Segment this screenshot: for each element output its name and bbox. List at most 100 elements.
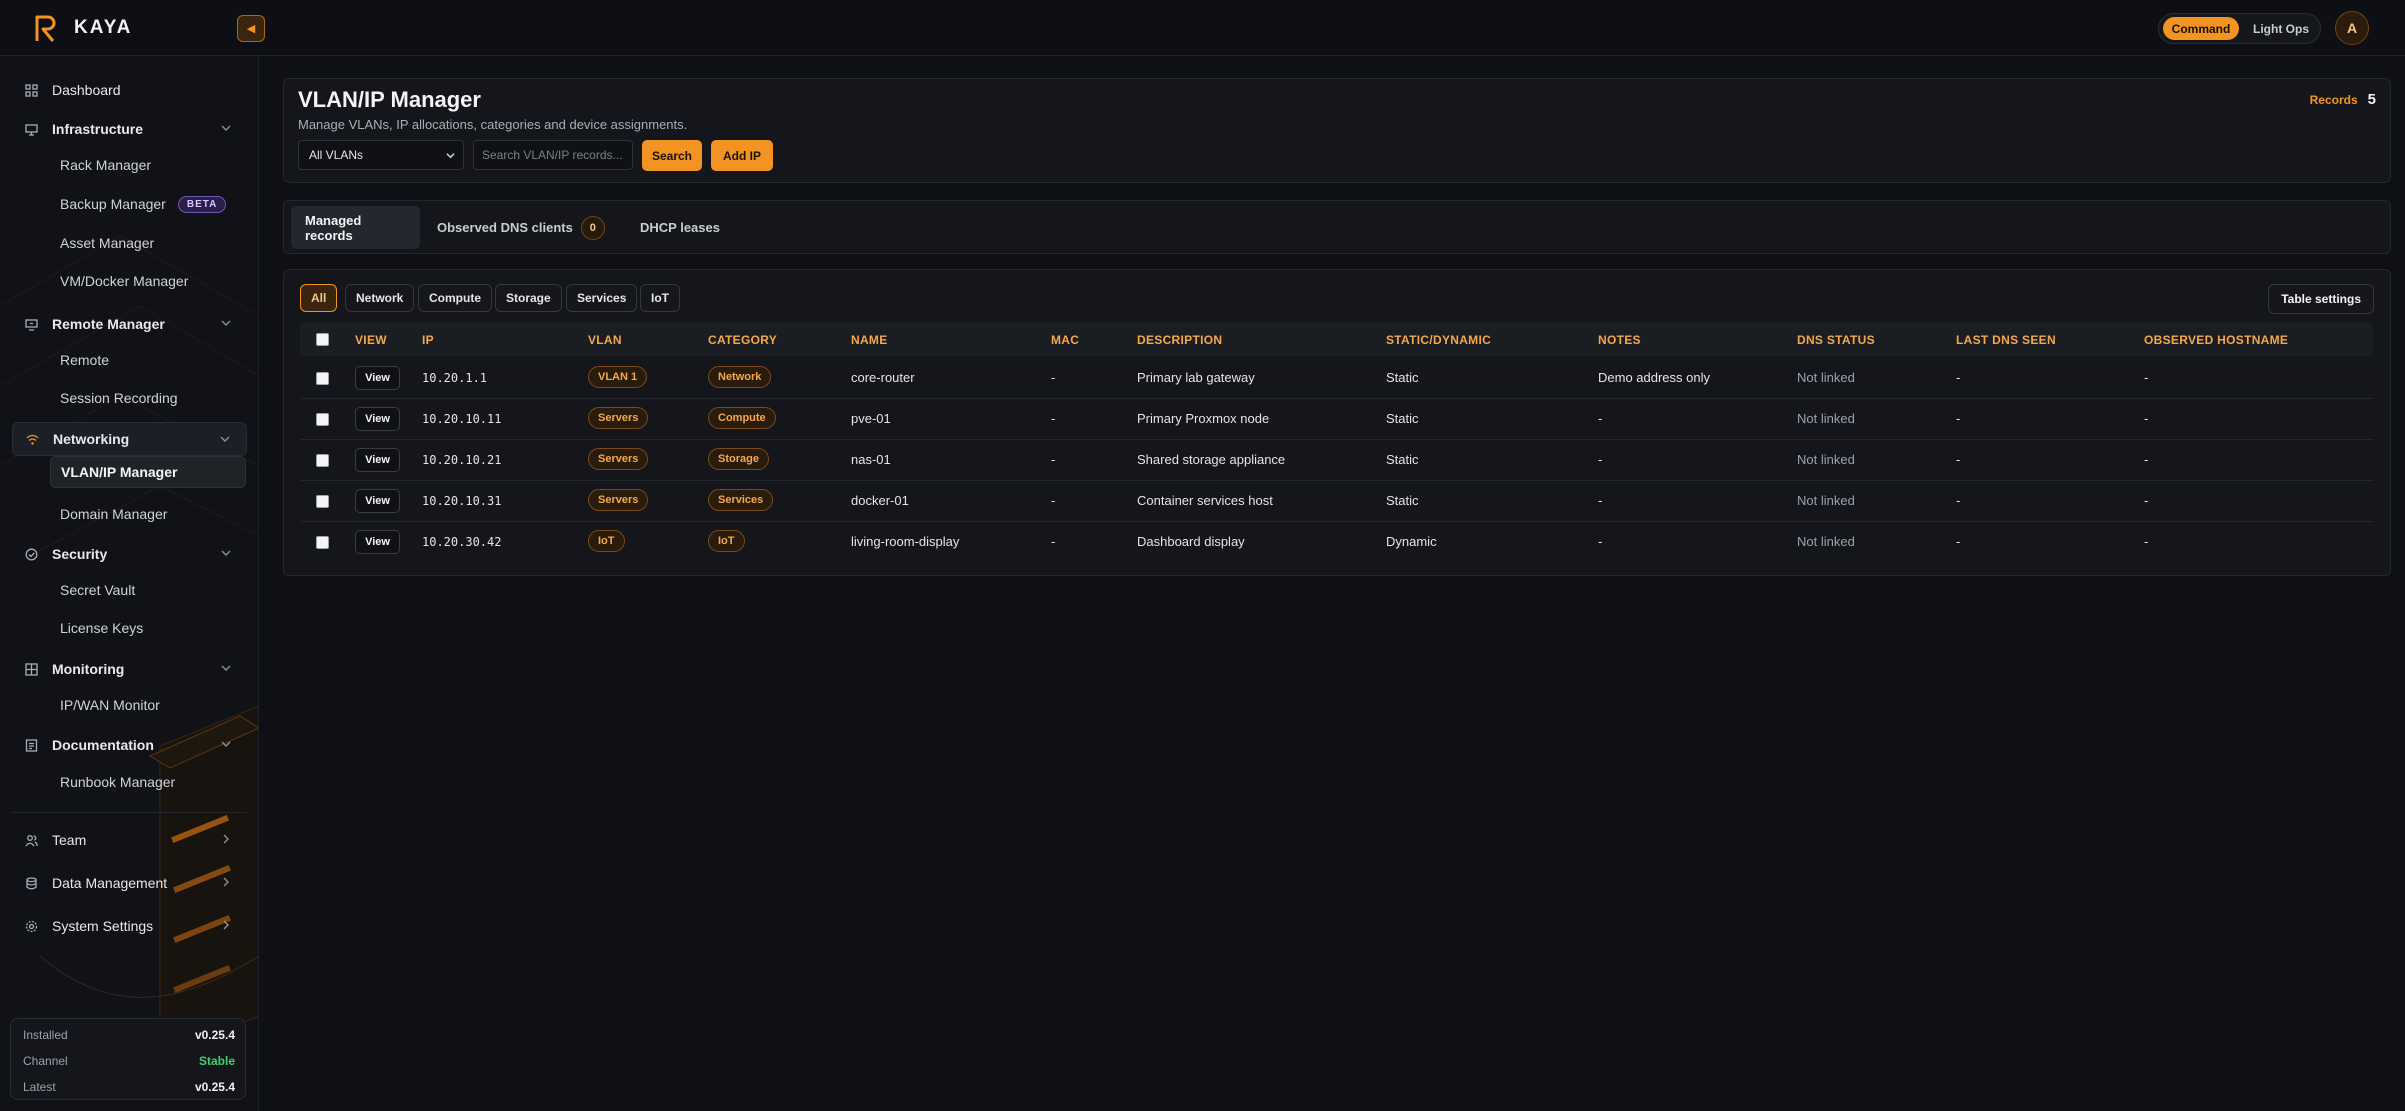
sidebar-item-asset-manager[interactable]: Asset Manager bbox=[50, 227, 246, 259]
select-all-checkbox[interactable] bbox=[316, 333, 329, 346]
row-checkbox[interactable] bbox=[316, 536, 329, 549]
col-observed-hostname[interactable]: OBSERVED HOSTNAME bbox=[2144, 333, 2288, 347]
sidebar-item-remote[interactable]: Remote bbox=[50, 344, 246, 376]
col-static-dynamic[interactable]: STATIC/DYNAMIC bbox=[1386, 333, 1491, 347]
cell-mac: - bbox=[1051, 370, 1056, 385]
cell-dns-status: Not linked bbox=[1797, 370, 1855, 385]
brand[interactable]: KAYA bbox=[32, 13, 132, 43]
database-icon bbox=[24, 876, 38, 890]
collapse-sidebar-button[interactable]: ◀ bbox=[237, 15, 265, 42]
col-dns-status[interactable]: DNS STATUS bbox=[1797, 333, 1875, 347]
sidebar-item-vlan-ip-manager[interactable]: VLAN/IP Manager bbox=[50, 456, 246, 488]
cell-hostname: - bbox=[2144, 411, 2149, 426]
col-view[interactable]: VIEW bbox=[355, 333, 387, 347]
sidebar-item-vm-docker-manager[interactable]: VM/Docker Manager bbox=[50, 265, 246, 297]
filter-compute[interactable]: Compute bbox=[418, 284, 492, 312]
sidebar-item-secret-vault[interactable]: Secret Vault bbox=[50, 574, 246, 606]
sidebar-item-ip-wan-monitor[interactable]: IP/WAN Monitor bbox=[50, 689, 246, 721]
sidebar-divider bbox=[12, 812, 247, 813]
sidebar-item-security[interactable]: Security bbox=[12, 537, 247, 571]
cell-dns-status: Not linked bbox=[1797, 411, 1855, 426]
col-description[interactable]: DESCRIPTION bbox=[1137, 333, 1222, 347]
cell-name: docker-01 bbox=[851, 493, 909, 508]
tab-label: Observed DNS clients bbox=[437, 220, 573, 235]
table-row[interactable]: View 10.20.1.1 VLAN 1 Network core-route… bbox=[300, 358, 2373, 399]
tab-label: Managed records bbox=[305, 212, 362, 243]
top-bar: KAYA ◀ Command Light Ops A bbox=[0, 0, 2405, 56]
view-button[interactable]: View bbox=[355, 530, 400, 554]
cell-description: Shared storage appliance bbox=[1137, 452, 1286, 467]
sidebar-item-infrastructure[interactable]: Infrastructure bbox=[12, 112, 247, 146]
sidebar-item-documentation[interactable]: Documentation bbox=[12, 728, 247, 762]
version-info: Installed v0.25.4 Channel Stable Latest … bbox=[10, 1018, 246, 1100]
tab-managed-records[interactable]: Managed records bbox=[291, 206, 420, 249]
brand-name: KAYA bbox=[74, 17, 133, 38]
tab-dhcp-leases[interactable]: DHCP leases bbox=[626, 206, 734, 249]
sidebar-item-system-settings[interactable]: System Settings bbox=[12, 909, 247, 943]
view-button[interactable]: View bbox=[355, 489, 400, 513]
channel-value: Stable bbox=[198, 1054, 235, 1068]
add-ip-button[interactable]: Add IP bbox=[711, 140, 773, 171]
mode-light-ops-button[interactable]: Light Ops bbox=[2247, 17, 2315, 40]
filter-all[interactable]: All bbox=[300, 284, 338, 312]
filter-services[interactable]: Services bbox=[566, 284, 638, 312]
channel-label: Channel bbox=[23, 1054, 68, 1068]
view-button[interactable]: View bbox=[355, 448, 400, 472]
users-icon bbox=[24, 833, 38, 847]
mode-command-button[interactable]: Command bbox=[2163, 17, 2239, 40]
sidebar-item-backup-manager[interactable]: Backup Manager BETA bbox=[50, 188, 246, 220]
col-ip[interactable]: IP bbox=[422, 333, 434, 347]
sidebar-item-remote-manager[interactable]: Remote Manager bbox=[12, 307, 247, 341]
cell-name: living-room-display bbox=[851, 534, 960, 549]
grid-monitor-icon bbox=[24, 662, 38, 676]
table-row[interactable]: View 10.20.10.21 Servers Storage nas-01 … bbox=[300, 440, 2373, 481]
sidebar-item-license-keys[interactable]: License Keys bbox=[50, 612, 246, 644]
row-checkbox[interactable] bbox=[316, 454, 329, 467]
search-input[interactable] bbox=[473, 140, 633, 170]
sidebar-item-label: Dashboard bbox=[52, 82, 121, 98]
row-checkbox[interactable] bbox=[316, 372, 329, 385]
sidebar-item-data-management[interactable]: Data Management bbox=[12, 866, 247, 900]
category-badge: Services bbox=[708, 489, 774, 511]
cell-description: Primary lab gateway bbox=[1137, 370, 1255, 385]
sidebar-item-session-recording[interactable]: Session Recording bbox=[50, 382, 246, 414]
table-row[interactable]: View 10.20.30.42 IoT IoT living-room-dis… bbox=[300, 522, 2373, 563]
view-button[interactable]: View bbox=[355, 366, 400, 390]
col-mac[interactable]: MAC bbox=[1051, 333, 1079, 347]
sidebar-item-label: Asset Manager bbox=[60, 235, 155, 251]
table-settings-button[interactable]: Table settings bbox=[2268, 284, 2374, 314]
table-row[interactable]: View 10.20.10.11 Servers Compute pve-01 … bbox=[300, 399, 2373, 440]
sidebar-item-team[interactable]: Team bbox=[12, 823, 247, 857]
table-row[interactable]: View 10.20.10.31 Servers Services docker… bbox=[300, 481, 2373, 522]
cell-dns-status: Not linked bbox=[1797, 493, 1855, 508]
cell-hostname: - bbox=[2144, 370, 2149, 385]
sidebar-item-label: Backup Manager bbox=[60, 196, 166, 212]
cell-last-dns: - bbox=[1956, 452, 1961, 467]
sidebar-item-label: Monitoring bbox=[52, 661, 125, 677]
col-category[interactable]: CATEGORY bbox=[708, 333, 777, 347]
view-button[interactable]: View bbox=[355, 407, 400, 431]
search-button[interactable]: Search bbox=[642, 140, 702, 171]
col-notes[interactable]: NOTES bbox=[1598, 333, 1641, 347]
sidebar-item-label: IP/WAN Monitor bbox=[60, 697, 160, 713]
sidebar-item-runbook-manager[interactable]: Runbook Manager bbox=[50, 766, 246, 798]
filter-iot[interactable]: IoT bbox=[640, 284, 680, 312]
filter-storage[interactable]: Storage bbox=[495, 284, 562, 312]
sidebar-item-dashboard[interactable]: Dashboard bbox=[12, 73, 247, 107]
row-checkbox[interactable] bbox=[316, 413, 329, 426]
cell-last-dns: - bbox=[1956, 493, 1961, 508]
col-last-dns-seen[interactable]: LAST DNS SEEN bbox=[1956, 333, 2056, 347]
sidebar-item-domain-manager[interactable]: Domain Manager bbox=[50, 498, 246, 530]
sidebar-item-networking[interactable]: Networking bbox=[12, 422, 247, 456]
tab-observed-dns-clients[interactable]: Observed DNS clients 0 bbox=[423, 206, 619, 249]
sidebar-item-rack-manager[interactable]: Rack Manager bbox=[50, 149, 246, 181]
col-vlan[interactable]: VLAN bbox=[588, 333, 622, 347]
avatar[interactable]: A bbox=[2335, 11, 2369, 45]
row-checkbox[interactable] bbox=[316, 495, 329, 508]
col-name[interactable]: NAME bbox=[851, 333, 888, 347]
chevron-down-icon bbox=[220, 436, 230, 442]
page-title: VLAN/IP Manager bbox=[298, 87, 481, 112]
vlan-select[interactable]: All VLANs bbox=[298, 140, 464, 170]
filter-network[interactable]: Network bbox=[345, 284, 415, 312]
sidebar-item-monitoring[interactable]: Monitoring bbox=[12, 652, 247, 686]
